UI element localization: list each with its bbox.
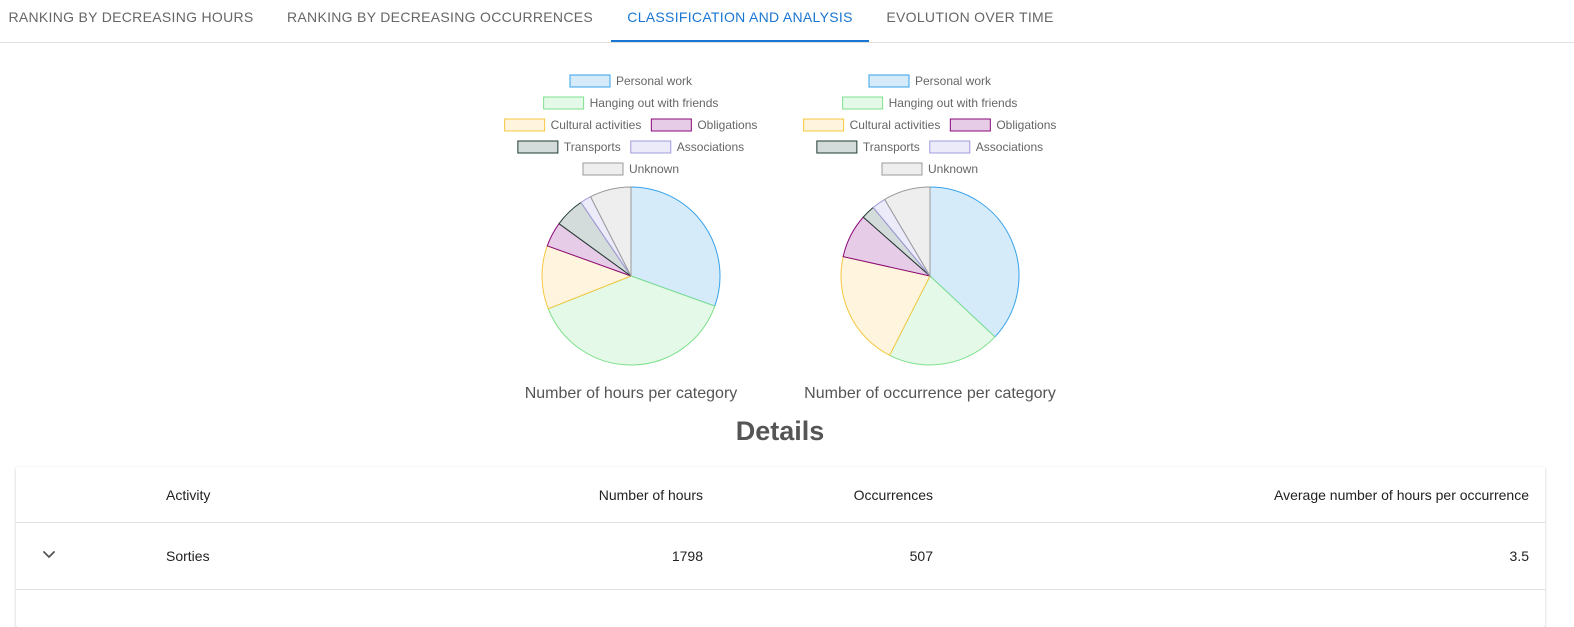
legend-label-cultural-activities[interactable]: Cultural activities [850, 118, 941, 132]
legend-swatch-cultural-activities[interactable] [803, 118, 845, 132]
column-header-occurrences[interactable]: Occurrences [854, 487, 933, 503]
cell-average: 3.5 [1509, 548, 1529, 564]
table-header-row: Activity Number of hours Occurrences Ave… [16, 467, 1545, 523]
table-row[interactable]: Sorties 1798 507 3.5 [16, 523, 1545, 590]
legend-label-hanging-out-with-friends[interactable]: Hanging out with friends [889, 96, 1018, 110]
expand-row-button[interactable] [38, 543, 60, 565]
legend-label-transports[interactable]: Transports [564, 140, 621, 154]
legend-label-associations[interactable]: Associations [677, 140, 744, 154]
legend-label-associations[interactable]: Associations [976, 140, 1043, 154]
legend-label-unknown[interactable]: Unknown [928, 162, 978, 176]
column-header-hours[interactable]: Number of hours [599, 487, 703, 503]
cell-hours: 1798 [671, 548, 703, 564]
legend-label-personal-work[interactable]: Personal work [616, 74, 693, 88]
legend-swatch-associations[interactable] [929, 140, 971, 154]
legend-swatch-personal-work[interactable] [868, 74, 910, 88]
legend-swatch-unknown[interactable] [582, 162, 624, 176]
cell-occurrences: 507 [909, 548, 933, 564]
legend-swatch-transports[interactable] [816, 140, 858, 154]
legend-label-cultural-activities[interactable]: Cultural activities [551, 118, 642, 132]
tab-classification-and-analysis[interactable]: CLASSIFICATION AND ANALYSIS [611, 0, 869, 42]
chart-title-occurrences: Number of occurrence per category [804, 385, 1056, 402]
pie-charts: Unknown Personal work Hanging out with fri… [504, 74, 1056, 402]
column-header-activity[interactable]: Activity [166, 487, 210, 503]
tab-bar: RANKING BY DECREASING HOURS RANKING BY D… [0, 0, 1574, 43]
legend-label-obligations[interactable]: Obligations [996, 118, 1056, 132]
tab-evolution-over-time[interactable]: EVOLUTION OVER TIME [870, 0, 1070, 40]
legend-label-transports[interactable]: Transports [863, 140, 920, 154]
chart-title-hours: Number of hours per category [525, 385, 738, 402]
legend-swatch-hanging-out-with-friends[interactable] [543, 96, 585, 110]
details-table: Activity Number of hours Occurrences Ave… [16, 467, 1545, 627]
legend-label-unknown[interactable]: Unknown [629, 162, 679, 176]
legend-swatch-associations[interactable] [630, 140, 672, 154]
legend-swatch-personal-work[interactable] [569, 74, 611, 88]
legend-label-hanging-out-with-friends[interactable]: Hanging out with friends [590, 96, 719, 110]
legend-swatch-hanging-out-with-friends[interactable] [842, 96, 884, 110]
tab-ranking-by-hours[interactable]: RANKING BY DECREASING HOURS [0, 0, 262, 40]
legend-label-obligations[interactable]: Obligations [697, 118, 757, 132]
details-title: Details [735, 416, 825, 446]
legend-swatch-obligations[interactable] [650, 118, 692, 132]
legend-swatch-cultural-activities[interactable] [504, 118, 546, 132]
chevron-down-icon [43, 551, 55, 558]
column-header-average[interactable]: Average number of hours per occurrence [1274, 487, 1529, 503]
legend-label-personal-work[interactable]: Personal work [915, 74, 992, 88]
legend-swatch-transports[interactable] [517, 140, 559, 154]
cell-activity: Sorties [166, 548, 210, 564]
legend-swatch-unknown[interactable] [881, 162, 923, 176]
legend-swatch-obligations[interactable] [949, 118, 991, 132]
tab-ranking-by-occurrences[interactable]: RANKING BY DECREASING OCCURRENCES [270, 0, 610, 40]
